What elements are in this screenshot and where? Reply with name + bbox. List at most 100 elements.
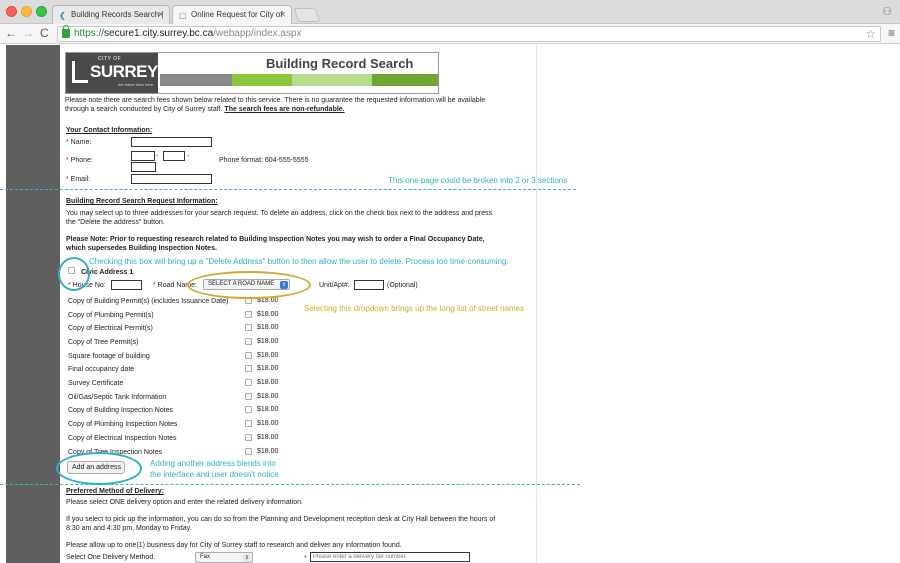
item-label: Copy of Tree Permit(s) [68,339,139,346]
delivery-select-one: Please select ONE delivery option and en… [66,499,303,506]
delivery-pickup-text: If you select to pick up the information… [66,516,496,532]
phone-line-input[interactable] [131,162,156,172]
item-checkbox[interactable] [245,420,252,427]
phone-area-input[interactable] [131,151,155,161]
item-label: Oil/Gas/Septic Tank Information [68,394,167,401]
bookmark-star-icon[interactable]: ☆ [865,27,876,41]
banner-stripes [160,74,438,86]
name-label: * Name: [66,139,92,146]
item-price: $18.00 [257,379,279,386]
lock-icon [62,25,70,38]
dropdown-arrow-icon: ⇕ [243,554,251,562]
close-tab-icon[interactable]: ✕ [157,10,164,19]
page-banner: CITY OF SURREY the future lives here. Bu… [65,52,439,94]
email-input[interactable] [131,174,212,184]
email-label-text: Email: [70,176,91,183]
item-checkbox[interactable] [245,393,252,400]
item-label: Survey Certificate [68,380,124,387]
tab-title: Building Records Search | [71,10,164,19]
item-label: Copy of Plumbing Inspection Notes [68,421,178,428]
item-price: $18.00 [257,338,279,345]
item-checkbox[interactable] [245,324,252,331]
logo-tagline: the future lives here. [118,82,155,87]
name-label-text: Name: [70,139,92,146]
unit-label: Unit/Apt#: [319,282,350,289]
request-note: Please Note: Prior to requesting researc… [66,236,485,252]
tab-building-records[interactable]: ❮ Building Records Search | ✕ [52,5,170,24]
phone-label: * Phone: [66,157,93,164]
item-price: $18.00 [257,448,279,455]
user-profile-icon[interactable]: ⚇ [882,5,892,18]
unit-input[interactable] [354,280,384,290]
tab-online-request[interactable]: ▢ Online Request for City of ✕ [172,5,292,24]
item-checkbox[interactable] [245,448,252,455]
item-price: $18.00 [257,406,279,413]
page-right-border [536,45,537,563]
item-price: $18.00 [257,365,279,372]
page-favicon-icon: ▢ [179,11,187,20]
address-bar-row: ← → C https://secure1.city.surrey.bc.ca/… [0,24,900,44]
page-title: Building Record Search [266,56,414,71]
item-label: Copy of Building Inspection Notes [68,407,174,414]
zoom-window-button[interactable] [36,6,47,17]
house-no-input[interactable] [111,280,142,290]
phone-format-hint: Phone format: 604-555-5555 [219,157,309,164]
annotation-dropdown: Selecting this dropdown brings up the lo… [304,304,525,313]
item-checkbox[interactable] [245,338,252,345]
minimize-window-button[interactable] [21,6,32,17]
phone-prefix-input[interactable] [163,151,185,161]
surrey-logo: CITY OF SURREY the future lives here. [66,53,158,93]
forward-icon[interactable]: → [22,26,34,40]
left-gray-bar [6,45,60,563]
item-label: Copy of Building Permit(s) (includes Iss… [68,298,229,305]
browser-tab-bar: ❮ Building Records Search | ✕ ▢ Online R… [0,0,900,24]
logo-mark-icon [72,61,88,83]
banner-stripe [232,74,292,86]
item-checkbox[interactable] [245,434,252,441]
item-label: Final occupancy date [68,366,135,373]
delivery-method-label: Select One Delivery Method: [66,554,156,561]
item-checkbox[interactable] [245,406,252,413]
annotation-add-address-line1: Adding another address blends into [150,459,276,468]
annotation-checkbox: Checking this box will bring up a "Delet… [89,257,509,266]
reload-icon[interactable]: C [40,26,49,40]
annotation-sections: This one page could be broken into 2 or … [388,176,568,185]
back-icon[interactable]: ← [5,26,17,40]
close-window-button[interactable] [6,6,17,17]
banner-stripe [292,74,372,86]
intro-paragraph: Please note there are search fees shown … [65,96,495,114]
dropdown-highlight-ellipse [187,271,311,299]
checkbox-highlight-circle [58,257,90,291]
tab-title: Online Request for City of [191,10,283,19]
optional-note: (Optional) [387,282,418,289]
item-checkbox[interactable] [245,352,252,359]
menu-icon[interactable]: ≡ [888,26,895,40]
request-heading: Building Record Search Request Informati… [66,198,218,205]
name-input[interactable] [131,137,212,147]
request-instructions: You may select up to three addresses for… [66,210,493,226]
url-scheme: https:// [74,28,105,39]
annotation-add-address-line2: the interface and user doesn't notice [150,470,279,479]
delivery-method-select[interactable]: Fax ⇕ [195,552,253,563]
item-price: $18.00 [257,393,279,400]
item-price: $18.00 [257,311,279,318]
item-price: $18.00 [257,352,279,359]
phone-label-text: Phone: [70,157,93,164]
fax-number-input[interactable] [310,552,470,562]
item-checkbox[interactable] [245,379,252,386]
new-tab-button[interactable] [293,8,321,22]
item-label: Copy of Electrical Inspection Notes [68,435,177,442]
item-price: $18.00 [257,324,279,331]
item-label: Copy of Plumbing Permit(s) [68,312,154,319]
delivery-allow-text: Please allow up to one(1) business day f… [66,542,402,549]
logo-text: SURREY [90,62,158,81]
phone-dash: - [187,153,190,160]
close-tab-icon[interactable]: ✕ [279,10,286,19]
contact-heading: Your Contact Information: [66,127,153,134]
url-input[interactable]: https://secure1.city.surrey.bc.ca/webapp… [57,25,881,42]
item-checkbox[interactable] [245,311,252,318]
item-checkbox[interactable] [245,365,252,372]
section-divider-annotation [0,189,576,190]
fax-required-mark: * [304,555,307,562]
delivery-method-value: Fax [200,554,211,560]
